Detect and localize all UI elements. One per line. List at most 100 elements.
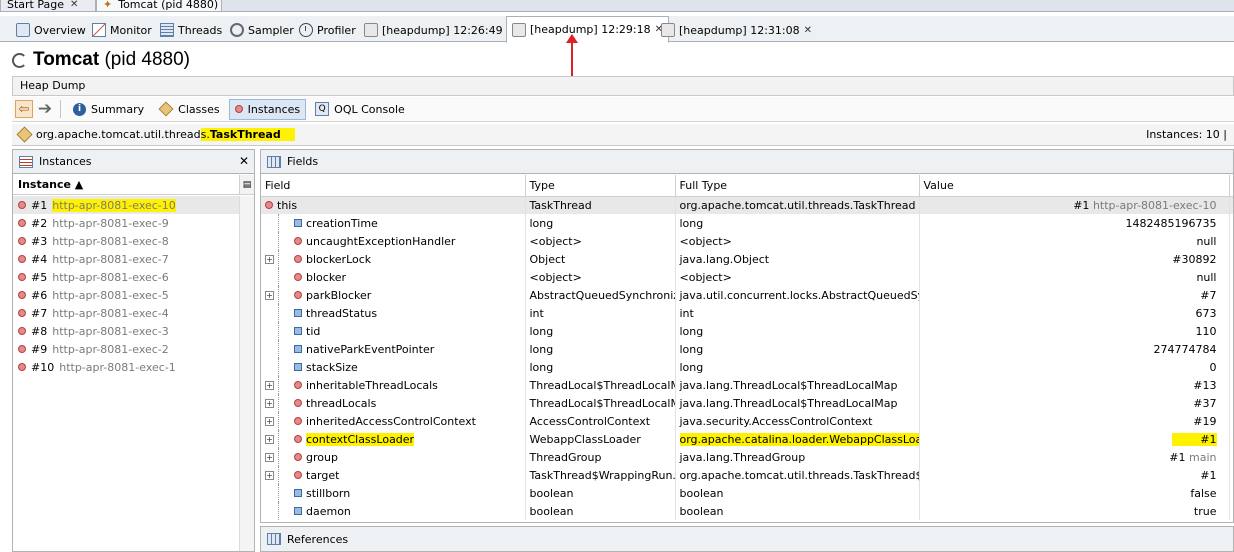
field-value: true [919,502,1230,520]
field-row[interactable]: threadStatus int int 673 [261,304,1233,322]
expand-icon[interactable]: + [265,416,274,426]
annotation-arrow [571,40,573,76]
heap-toolbar: ⇦ ➔ i Summary Classes Instances Q OQL Co… [12,97,1234,122]
oql-console-button[interactable]: Q OQL Console [309,99,411,120]
field-row[interactable]: creationTime long long 1482485196735 [261,214,1233,232]
field-name-wrapper: nativeParkEventPointer [265,340,524,358]
field-row[interactable]: this TaskThread org.apache.tomcat.util.thr… [261,196,1233,214]
field-name-wrapper: + contextClassLoader [265,430,524,448]
instance-row[interactable]: #7 http-apr-8081-exec-4 [13,304,239,322]
field-row[interactable]: daemon boolean boolean true [261,502,1233,520]
tree-line [278,250,290,268]
field-row[interactable]: uncaughtExceptionHandler <object> <object>… [261,232,1233,250]
close-icon[interactable]: ✕ [239,154,249,168]
field-value-detail: http-apr-8081-exec-10 [1092,198,1217,212]
field-full-type-text: org.apache.tomcat.util.threads.TaskThrea… [679,468,919,482]
instance-column-header[interactable]: Instance ▲ [13,175,239,195]
doc-tab-tomcat[interactable]: ✦ Tomcat (pid 4880) [96,0,222,11]
instance-row[interactable]: #1 http-apr-8081-exec-10 [13,196,239,214]
field-name-wrapper: creationTime [265,214,524,232]
column-header-field[interactable]: Field [261,175,526,197]
field-full-type-text: long [679,360,704,374]
field-value: 274774784 [919,340,1230,358]
instance-list-scrollbar[interactable] [239,196,254,551]
column-header-size[interactable]: S [1229,175,1233,197]
instances-button[interactable]: Instances [228,98,307,120]
instance-row[interactable]: #9 http-apr-8081-exec-2 [13,340,239,358]
field-value-text: null [1196,270,1217,284]
field-name: stackSize [306,360,358,374]
tab-threads[interactable]: Threads [154,18,228,42]
instance-row[interactable]: #4 http-apr-8081-exec-7 [13,250,239,268]
tab-overview[interactable]: Overview [10,18,92,42]
tab-heapdump-123108[interactable]: [heapdump] 12:31:08 ✕ [655,18,818,42]
tab-heapdump-122649[interactable]: [heapdump] 12:26:49 ✕ [358,18,521,42]
column-chooser-icon[interactable]: ▤ [239,175,254,195]
expand-icon[interactable]: + [265,290,274,300]
field-row[interactable]: stillborn boolean boolean false [261,484,1233,502]
instance-id: #10 [31,360,55,374]
field-value: null [919,268,1230,286]
field-value: false [919,484,1230,502]
doc-tab-start-page[interactable]: Start Page ✕ [0,0,96,11]
instance-id: #5 [31,270,48,284]
expand-icon[interactable]: + [265,434,274,444]
back-arrow-icon[interactable]: ⇦ [15,100,33,118]
expand-icon[interactable]: + [265,452,274,462]
field-name-wrapper: + group [265,448,524,466]
forward-arrow-icon[interactable]: ➔ [36,100,54,118]
classes-button[interactable]: Classes [153,99,225,120]
field-row[interactable]: + target TaskThread$WrappingRun... org.apac… [261,466,1233,484]
field-row[interactable]: + blockerLock Object java.lang.Object #30892 [261,250,1233,268]
expand-icon[interactable]: + [265,380,274,390]
field-row[interactable]: + parkBlocker AbstractQueuedSynchroniz... j… [261,286,1233,304]
instance-row[interactable]: #2 http-apr-8081-exec-9 [13,214,239,232]
close-icon[interactable]: ✕ [70,0,78,10]
object-field-icon [294,417,302,425]
tree-line [278,412,290,430]
tab-profiler[interactable]: Profiler [293,18,362,42]
doc-tab-label: Tomcat (pid 4880) [118,0,219,11]
field-row[interactable]: stackSize long long 0 [261,358,1233,376]
instance-name: http-apr-8081-exec-10 [52,198,176,212]
field-row[interactable]: + inheritableThreadLocals ThreadLocal$Thre… [261,376,1233,394]
instance-row[interactable]: #8 http-apr-8081-exec-3 [13,322,239,340]
tab-sampler[interactable]: Sampler [224,18,300,42]
field-value-text: 1482485196735 [1125,216,1217,230]
field-value: 110 [919,322,1230,340]
column-header-type[interactable]: Type [525,175,676,197]
instance-row[interactable]: #5 http-apr-8081-exec-6 [13,268,239,286]
field-full-type: org.apache.tomcat.util.threads.TaskThrea… [675,196,920,214]
close-icon[interactable]: ✕ [804,25,812,36]
field-value: #1 [919,466,1230,484]
instance-row[interactable]: #6 http-apr-8081-exec-5 [13,286,239,304]
page-title: Tomcat (pid 4880) [12,48,190,72]
field-row[interactable]: tid long long 110 [261,322,1233,340]
tab-monitor[interactable]: Monitor [86,18,158,42]
object-field-icon [294,399,302,407]
expand-icon[interactable]: + [265,398,274,408]
column-header-value[interactable]: Value [919,175,1230,197]
field-value-text: #1 [1169,450,1186,464]
field-row[interactable]: + threadLocals ThreadLocal$ThreadLocalMapj… [261,394,1233,412]
summary-button[interactable]: i Summary [67,99,150,120]
field-full-type: int [675,304,920,322]
field-row[interactable]: nativeParkEventPointer long long 274774784 [261,340,1233,358]
column-header-full-type[interactable]: Full Type [675,175,920,197]
references-panel[interactable]: References [260,526,1234,552]
object-field-icon [294,237,302,245]
field-row[interactable]: + group ThreadGroup java.lang.ThreadGroup #1… [261,448,1233,466]
field-name-wrapper: blocker [265,268,524,286]
instance-row[interactable]: #10 http-apr-8081-exec-1 [13,358,239,376]
field-row[interactable]: blocker <object> <object> null [261,268,1233,286]
tab-heapdump-122918[interactable]: [heapdump] 12:29:18 ✕ [506,16,669,43]
expand-icon[interactable]: + [265,254,274,264]
expand-icon[interactable]: + [265,470,274,480]
instance-row[interactable]: #3 http-apr-8081-exec-8 [13,232,239,250]
instance-icon [18,219,26,227]
field-name: contextClassLoader [306,432,415,446]
field-row[interactable]: + inheritedAccessControlContext AccessCont… [261,412,1233,430]
field-row[interactable]: + contextClassLoader WebappClassLoader org.… [261,430,1233,448]
field-value: #7 [919,286,1230,304]
field-size [1229,466,1233,484]
